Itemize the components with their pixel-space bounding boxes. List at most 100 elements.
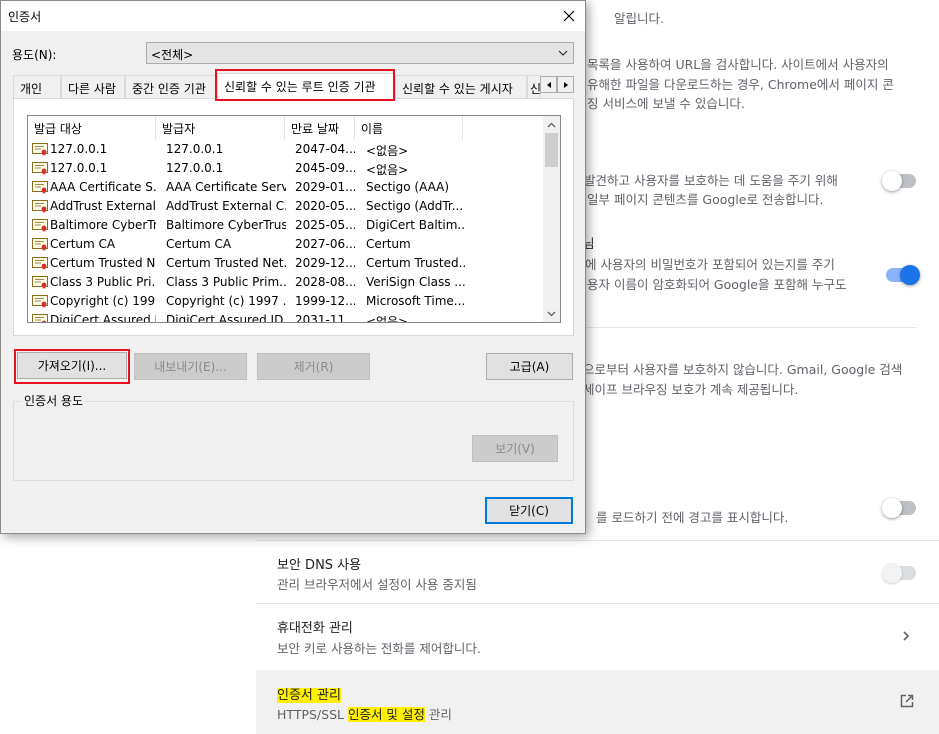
- export-button[interactable]: 내보내기(E)...: [134, 353, 247, 380]
- settings-text-line: 목록을 사용하여 URL을 검사합니다. 사이트에서 사용자의: [587, 57, 889, 72]
- https-warning-toggle[interactable]: [882, 498, 916, 518]
- table-cell: Certum Trusted Net...: [166, 256, 286, 270]
- settings-text-line: 용자 이름이 암호화되어 Google을 포함해 누구도: [587, 277, 847, 292]
- tab-scroll-right-button[interactable]: [557, 76, 574, 93]
- password-warning-toggle[interactable]: [886, 265, 920, 285]
- column-header-issued-by[interactable]: 발급자: [156, 116, 285, 140]
- table-cell: 2029-01...: [295, 180, 355, 194]
- table-row[interactable]: 127.0.0.1 127.0.0.1 2045-09... <없음>: [28, 159, 543, 178]
- certificate-icon: [32, 162, 48, 175]
- certificate-icon: [32, 257, 48, 270]
- table-cell: 127.0.0.1: [166, 142, 224, 156]
- settings-text-line: 일부 페이지 콘텐츠를 Google로 전송합니다.: [587, 192, 824, 207]
- secure-dns-toggle[interactable]: [882, 563, 916, 583]
- tab-scroll-left-button[interactable]: [540, 76, 557, 93]
- enhanced-protection-toggle[interactable]: [882, 171, 916, 191]
- table-row[interactable]: Copyright (c) 199... Copyright (c) 1997 .…: [28, 292, 543, 311]
- tab-panel: 발급 대상 발급자 만료 날짜 이름 127.0.0.1 127.0.0.1 204…: [13, 98, 574, 336]
- table-cell: AddTrust External...: [50, 199, 156, 213]
- table-cell: <없음>: [366, 163, 409, 177]
- table-cell: Certum CA: [50, 237, 116, 251]
- subtitle-highlight: 인증서 및 설정: [347, 707, 425, 722]
- certificate-icon: [32, 219, 48, 232]
- advanced-button[interactable]: 고급(A): [486, 353, 573, 380]
- settings-text-line: 에 사용자의 비밀번호가 포함되어 있는지를 주기: [585, 257, 835, 272]
- table-row[interactable]: Baltimore CyberTr... Baltimore CyberTrus.…: [28, 216, 543, 235]
- manage-certificates-row[interactable]: 인증서 관리 HTTPS/SSL 인증서 및 설정 관리: [256, 670, 939, 734]
- table-cell: Certum Trusted N...: [50, 256, 156, 270]
- highlight-box-import: [14, 349, 130, 384]
- tab-intermediate-ca[interactable]: 중간 인증 기관: [125, 75, 217, 98]
- table-row[interactable]: 127.0.0.1 127.0.0.1 2047-04... <없음>: [28, 140, 543, 159]
- tab-trusted-publishers[interactable]: 신뢰할 수 있는 게시자: [395, 75, 527, 98]
- certificate-icon: [32, 181, 48, 194]
- column-header-expiration[interactable]: 만료 날짜: [285, 116, 355, 140]
- table-cell: Certum Trusted...: [366, 256, 466, 270]
- certificate-list[interactable]: 발급 대상 발급자 만료 날짜 이름 127.0.0.1 127.0.0.1 204…: [27, 115, 561, 323]
- manage-certificates-subtitle: HTTPS/SSL 인증서 및 설정 관리: [277, 704, 452, 723]
- manage-phones-title: 휴대전화 관리: [277, 621, 353, 636]
- manage-phones-subtitle: 보안 키로 사용하는 전화를 제어합니다.: [277, 641, 481, 656]
- certificate-icon: [32, 314, 48, 322]
- close-icon[interactable]: [557, 4, 581, 28]
- table-cell: DigiCert Assured ID...: [166, 313, 286, 323]
- list-scrollbar[interactable]: [543, 116, 560, 322]
- manage-certificates-title-text: 인증서 관리: [277, 688, 341, 703]
- table-cell: <없음>: [366, 315, 409, 323]
- certificate-icon: [32, 295, 48, 308]
- table-cell: 127.0.0.1: [50, 142, 108, 156]
- divider: [256, 540, 939, 541]
- table-cell: DigiCert Assured I...: [50, 313, 156, 323]
- table-cell: Microsoft Time...: [366, 294, 466, 308]
- settings-text-line: 를 로드하기 전에 경고를 표시합니다.: [596, 510, 789, 525]
- tab-other-people[interactable]: 다른 사람: [61, 75, 125, 98]
- table-cell: Certum: [366, 237, 411, 251]
- arrow-right-icon: [563, 81, 568, 88]
- table-cell: Copyright (c) 1997 ...: [166, 294, 286, 308]
- tab-more[interactable]: 신: [527, 75, 541, 98]
- column-header-friendly-name[interactable]: 이름: [355, 116, 463, 140]
- table-row[interactable]: Certum Trusted N... Certum Trusted Net...…: [28, 254, 543, 273]
- purpose-label: 용도(N):: [12, 48, 57, 62]
- table-cell: 2025-05...: [295, 218, 355, 232]
- close-button[interactable]: 닫기(C): [485, 497, 573, 524]
- view-button[interactable]: 보기(V): [472, 435, 558, 462]
- certificates-dialog: 인증서 용도(N): <전체> 개인 다른 사람 중간 인증 기관 신뢰할 수 …: [0, 0, 586, 534]
- remove-button[interactable]: 제거(R): [257, 353, 370, 380]
- column-header-issued-to[interactable]: 발급 대상: [28, 116, 156, 140]
- scroll-up-icon[interactable]: [543, 116, 560, 133]
- settings-text-line: 알립니다.: [614, 11, 664, 26]
- chevron-down-icon: [558, 50, 568, 56]
- settings-text-line: 으로부터 사용자를 보호하지 않습니다. Gmail, Google 검색: [583, 362, 903, 377]
- dialog-title: 인증서: [8, 10, 42, 24]
- manage-certificates-title: 인증서 관리: [277, 684, 341, 703]
- divider: [583, 327, 917, 328]
- table-row[interactable]: Class 3 Public Pri... Class 3 Public Prim…: [28, 273, 543, 292]
- certificate-icon: [32, 143, 48, 156]
- table-cell: 2029-12...: [295, 256, 355, 270]
- dialog-titlebar: 인증서: [1, 1, 585, 31]
- table-row[interactable]: Certum CA Certum CA 2027-06... Certum: [28, 235, 543, 254]
- table-cell: Sectigo (AddTr...: [366, 199, 464, 213]
- scroll-down-icon[interactable]: [543, 305, 560, 322]
- table-row[interactable]: DigiCert Assured I... DigiCert Assured ID…: [28, 311, 543, 323]
- table-cell: 2031-11...: [295, 313, 355, 323]
- table-row[interactable]: AddTrust External... AddTrust External C.…: [28, 197, 543, 216]
- table-cell: 127.0.0.1: [166, 161, 224, 175]
- tab-personal[interactable]: 개인: [13, 75, 61, 98]
- table-cell: 127.0.0.1: [50, 161, 108, 175]
- subtitle-prefix: HTTPS/SSL: [277, 707, 348, 722]
- purpose-select[interactable]: <전체>: [146, 42, 574, 64]
- chevron-right-icon: [903, 631, 910, 641]
- table-cell: Class 3 Public Pri...: [50, 275, 156, 289]
- table-cell: 2028-08...: [295, 275, 355, 289]
- table-row[interactable]: AAA Certificate S... AAA Certificate Serv…: [28, 178, 543, 197]
- arrow-left-icon: [546, 81, 551, 88]
- table-cell: AddTrust External C...: [166, 199, 286, 213]
- table-cell: 2047-04...: [295, 142, 355, 156]
- table-cell: DigiCert Baltim...: [366, 218, 466, 232]
- table-cell: Copyright (c) 199...: [50, 294, 156, 308]
- list-header: 발급 대상 발급자 만료 날짜 이름: [28, 116, 543, 140]
- certificate-icon: [32, 276, 48, 289]
- scrollbar-thumb[interactable]: [545, 133, 558, 167]
